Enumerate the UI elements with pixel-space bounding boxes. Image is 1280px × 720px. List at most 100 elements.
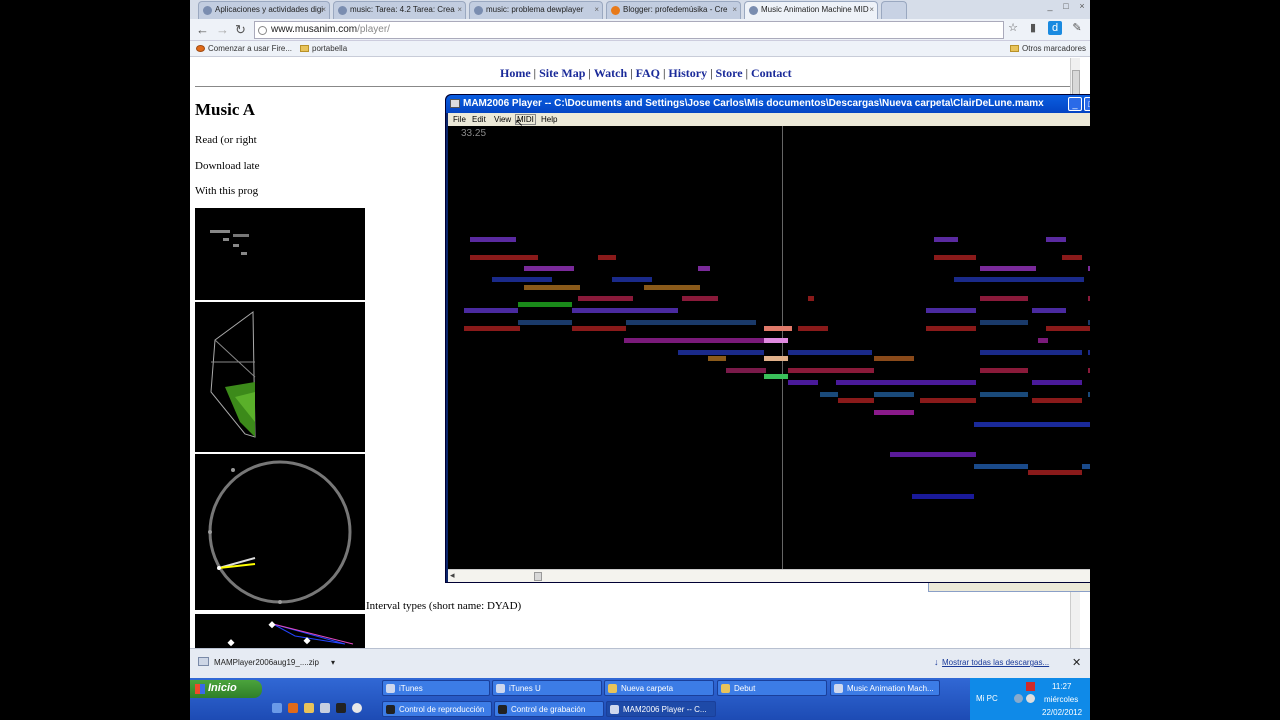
note-bar	[1088, 350, 1090, 355]
quicklaunch-icon[interactable]	[352, 703, 362, 713]
wrench-icon[interactable]: ✎	[1070, 21, 1084, 35]
note-bar	[1032, 380, 1082, 385]
close-tab-icon[interactable]: ×	[594, 5, 599, 14]
bookmark-item[interactable]: Comenzar a usar Fire...	[196, 44, 292, 53]
menu-help[interactable]: Help	[541, 115, 557, 124]
animation-canvas[interactable]: 33.25	[448, 126, 1090, 569]
taskbar-item-active[interactable]: MAM2006 Player -- C...	[606, 701, 716, 717]
close-icon[interactable]: ×	[1074, 0, 1090, 12]
quicklaunch-icon[interactable]	[288, 703, 298, 713]
nav-link-history[interactable]: History	[668, 66, 707, 80]
extension-d-icon[interactable]: d	[1048, 21, 1062, 35]
tab-label: Aplicaciones y actividades digi	[215, 5, 324, 14]
browser-tab-active[interactable]: Music Animation Machine MID ×	[744, 1, 878, 19]
app-icon	[386, 705, 395, 714]
forward-icon[interactable]: →	[216, 22, 229, 38]
scrollbar-thumb[interactable]	[534, 572, 542, 581]
taskbar-item[interactable]: Nueva carpeta	[604, 680, 714, 696]
close-tab-icon[interactable]: ×	[869, 5, 874, 14]
favicon-icon	[474, 6, 483, 15]
close-download-bar-icon[interactable]: ✕	[1072, 656, 1081, 669]
scroll-left-icon[interactable]: ◂	[450, 570, 455, 581]
note-bar	[470, 237, 516, 242]
close-tab-icon[interactable]: ×	[321, 5, 326, 14]
browser-tab[interactable]: Aplicaciones y actividades digi ×	[198, 1, 330, 19]
chrome-icon	[834, 684, 843, 693]
note-bar	[572, 308, 678, 313]
nav-link-home[interactable]: Home	[500, 66, 531, 80]
taskbar-item-label: Debut	[734, 684, 756, 693]
windows-logo-icon	[195, 684, 205, 694]
note-bar	[874, 410, 914, 415]
note-bar	[980, 266, 1036, 271]
note-bar	[1028, 470, 1082, 475]
address-bar[interactable]: www.musanim.com/player/	[254, 21, 1004, 39]
nav-link-store[interactable]: Store	[716, 66, 743, 80]
note-bar	[524, 266, 574, 271]
other-bookmarks[interactable]: Otros marcadores	[1010, 44, 1086, 53]
new-tab-button[interactable]	[881, 1, 907, 19]
nav-divider	[195, 86, 1070, 87]
browser-tab[interactable]: Blogger: profedemúsika - Cre ×	[606, 1, 741, 19]
note-bar	[788, 368, 874, 373]
speaker-icon[interactable]	[1026, 694, 1035, 703]
browser-tab[interactable]: music: Tarea: 4.2 Tarea: Crea ×	[333, 1, 466, 19]
taskbar-item[interactable]: iTunes	[382, 680, 490, 696]
minimize-icon[interactable]: _	[1042, 0, 1058, 12]
menu-view[interactable]: View	[494, 115, 511, 124]
nav-link-faq[interactable]: FAQ	[636, 66, 660, 80]
dropdown-arrow-icon[interactable]: ▾	[331, 658, 335, 667]
menu-file[interactable]: File	[453, 115, 466, 124]
download-item[interactable]: MAMPlayer2006aug19_....zip ▾	[198, 657, 335, 667]
timecode: 33.25	[461, 128, 487, 139]
taskbar-item[interactable]: Control de grabación	[494, 701, 604, 717]
download-filename: MAMPlayer2006aug19_....zip	[214, 658, 319, 667]
show-all-downloads-link[interactable]: Mostrar todas las descargas...	[942, 658, 1049, 667]
menu-edit[interactable]: Edit	[472, 115, 486, 124]
mam-player-window[interactable]: MAM2006 Player -- C:\Documents and Setti…	[445, 94, 1090, 583]
circle-preview-graphic	[208, 460, 352, 604]
zip-file-icon	[198, 657, 209, 666]
note-bar	[926, 326, 976, 331]
horizontal-scrollbar[interactable]: ◂ ▸	[448, 569, 1090, 582]
app-icon	[498, 705, 507, 714]
note-bar	[678, 350, 764, 355]
quicklaunch-icon[interactable]	[272, 703, 282, 713]
taskbar-item[interactable]: Music Animation Mach...	[830, 680, 940, 696]
note-bar	[980, 320, 1028, 325]
close-tab-icon[interactable]: ×	[457, 5, 462, 14]
close-tab-icon[interactable]: ×	[732, 5, 737, 14]
clock-time[interactable]: 11:27	[1052, 682, 1071, 691]
minimize-button[interactable]: _	[1068, 97, 1082, 111]
quicklaunch-icon[interactable]	[320, 703, 330, 713]
maximize-icon[interactable]: □	[1058, 0, 1074, 12]
screen: Aplicaciones y actividades digi × music: …	[190, 0, 1090, 720]
mam-titlebar[interactable]: MAM2006 Player -- C:\Documents and Setti…	[446, 95, 1090, 113]
note-bar	[470, 255, 538, 260]
nav-link-site-map[interactable]: Site Map	[539, 66, 585, 80]
tray-icon[interactable]	[1026, 682, 1035, 691]
quicklaunch-icon[interactable]	[304, 703, 314, 713]
taskbar-item-label: iTunes	[399, 684, 423, 693]
taskbar-item[interactable]: Control de reproducción	[382, 701, 492, 717]
back-icon[interactable]: ←	[196, 22, 209, 38]
start-button[interactable]: Inicio	[190, 680, 262, 698]
browser-tab[interactable]: music: problema dewplayer ×	[469, 1, 603, 19]
quicklaunch-icon[interactable]	[336, 703, 346, 713]
favicon-icon	[338, 6, 347, 15]
bookmark-item[interactable]: portabella	[300, 44, 347, 53]
url-path: /player/	[357, 24, 390, 35]
taskbar-item-label: Control de reproducción	[399, 705, 485, 714]
star-icon[interactable]: ☆	[1006, 21, 1020, 35]
favicon-icon	[611, 6, 620, 15]
bars-preview-graphic	[210, 230, 249, 255]
note-bar	[788, 380, 818, 385]
maximize-button[interactable]: □	[1084, 97, 1090, 111]
note-bar	[934, 237, 958, 242]
taskbar-item[interactable]: Debut	[717, 680, 827, 696]
reload-icon[interactable]: ↻	[235, 22, 246, 38]
nav-link-contact[interactable]: Contact	[751, 66, 792, 80]
taskbar-item[interactable]: iTunes U	[492, 680, 602, 696]
tray-icon[interactable]	[1014, 694, 1023, 703]
nav-link-watch[interactable]: Watch	[594, 66, 627, 80]
